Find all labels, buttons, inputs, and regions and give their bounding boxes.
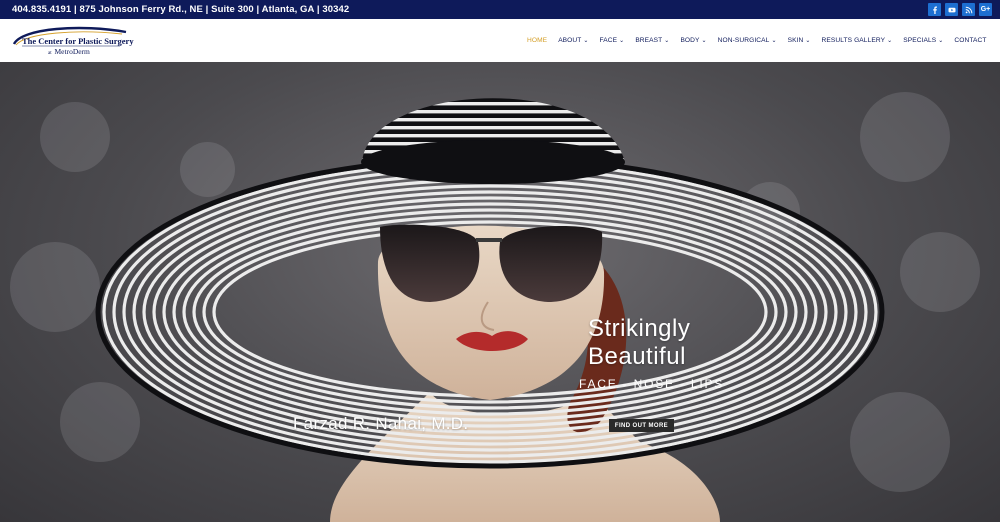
nav-skin[interactable]: SKIN ⌄ bbox=[782, 37, 816, 44]
contact-info: 404.835.4191 | 875 Johnson Ferry Rd., NE… bbox=[12, 4, 350, 15]
nav-specials[interactable]: SPECIALS ⌄ bbox=[898, 37, 949, 44]
hero-doctor-name: Farzad R. Nahai, M.D. bbox=[293, 414, 469, 433]
nav-breast[interactable]: BREAST ⌄ bbox=[630, 37, 675, 44]
nav-non-surgical[interactable]: NON-SURGICAL ⌄ bbox=[712, 37, 782, 44]
hero-headline: Strikingly Beautiful bbox=[588, 315, 748, 371]
social-links: G+ bbox=[928, 3, 992, 16]
nav-face-label: FACE bbox=[599, 37, 618, 44]
google-plus-icon[interactable]: G+ bbox=[979, 3, 992, 16]
nav-body-label: BODY bbox=[680, 37, 700, 44]
nav-home-label: HOME bbox=[527, 37, 548, 44]
youtube-icon[interactable] bbox=[945, 3, 958, 16]
logo-at: at bbox=[48, 50, 52, 56]
nav-home[interactable]: HOME bbox=[522, 37, 553, 44]
chevron-down-icon: ⌄ bbox=[664, 38, 670, 44]
nav-contact[interactable]: CONTACT bbox=[949, 37, 992, 44]
chevron-down-icon: ⌄ bbox=[805, 38, 811, 44]
nav-results-gallery[interactable]: RESULTS GALLERY ⌄ bbox=[816, 37, 898, 44]
site-logo[interactable]: The Center for Plastic Surgery at MetroD… bbox=[12, 24, 134, 58]
logo-metroderm: MetroDerm bbox=[54, 46, 90, 56]
nav-about-label: ABOUT bbox=[558, 37, 582, 44]
nav-face[interactable]: FACE ⌄ bbox=[594, 37, 630, 44]
nav-about[interactable]: ABOUT ⌄ bbox=[553, 37, 594, 44]
hero-model-illustration bbox=[95, 98, 885, 522]
logo-subtitle: at MetroDerm bbox=[48, 47, 90, 56]
nav-specials-label: SPECIALS bbox=[903, 37, 937, 44]
hero-subheadline: FACE - NOSE - LIPS bbox=[579, 377, 725, 391]
chevron-down-icon: ⌄ bbox=[887, 38, 893, 44]
chevron-down-icon: ⌄ bbox=[619, 38, 625, 44]
facebook-icon[interactable] bbox=[928, 3, 941, 16]
chevron-down-icon: ⌄ bbox=[938, 38, 944, 44]
main-nav: HOME ABOUT ⌄ FACE ⌄ BREAST ⌄ BODY ⌄ NON-SURG… bbox=[522, 37, 993, 44]
site-header: The Center for Plastic Surgery at MetroD… bbox=[0, 19, 1000, 62]
find-out-more-button[interactable]: FIND OUT MORE bbox=[609, 419, 674, 432]
top-info-bar: 404.835.4191 | 875 Johnson Ferry Rd., NE… bbox=[0, 0, 1000, 19]
nav-breast-label: BREAST bbox=[635, 37, 663, 44]
hero-headline-line1: Strikingly bbox=[588, 315, 691, 342]
google-plus-glyph: G+ bbox=[980, 6, 991, 13]
chevron-down-icon: ⌄ bbox=[583, 38, 589, 44]
chevron-down-icon: ⌄ bbox=[701, 38, 707, 44]
nav-results-gallery-label: RESULTS GALLERY bbox=[821, 37, 886, 44]
hero-banner: Strikingly Beautiful FACE - NOSE - LIPS … bbox=[0, 62, 1000, 522]
logo-title: The Center for Plastic Surgery bbox=[22, 35, 134, 46]
nav-skin-label: SKIN bbox=[787, 37, 804, 44]
hero-headline-line2: Beautiful bbox=[588, 343, 686, 370]
rss-icon[interactable] bbox=[962, 3, 975, 16]
chevron-down-icon: ⌄ bbox=[771, 38, 777, 44]
nav-body[interactable]: BODY ⌄ bbox=[675, 37, 712, 44]
nav-contact-label: CONTACT bbox=[954, 37, 987, 44]
nav-non-surgical-label: NON-SURGICAL bbox=[717, 37, 770, 44]
